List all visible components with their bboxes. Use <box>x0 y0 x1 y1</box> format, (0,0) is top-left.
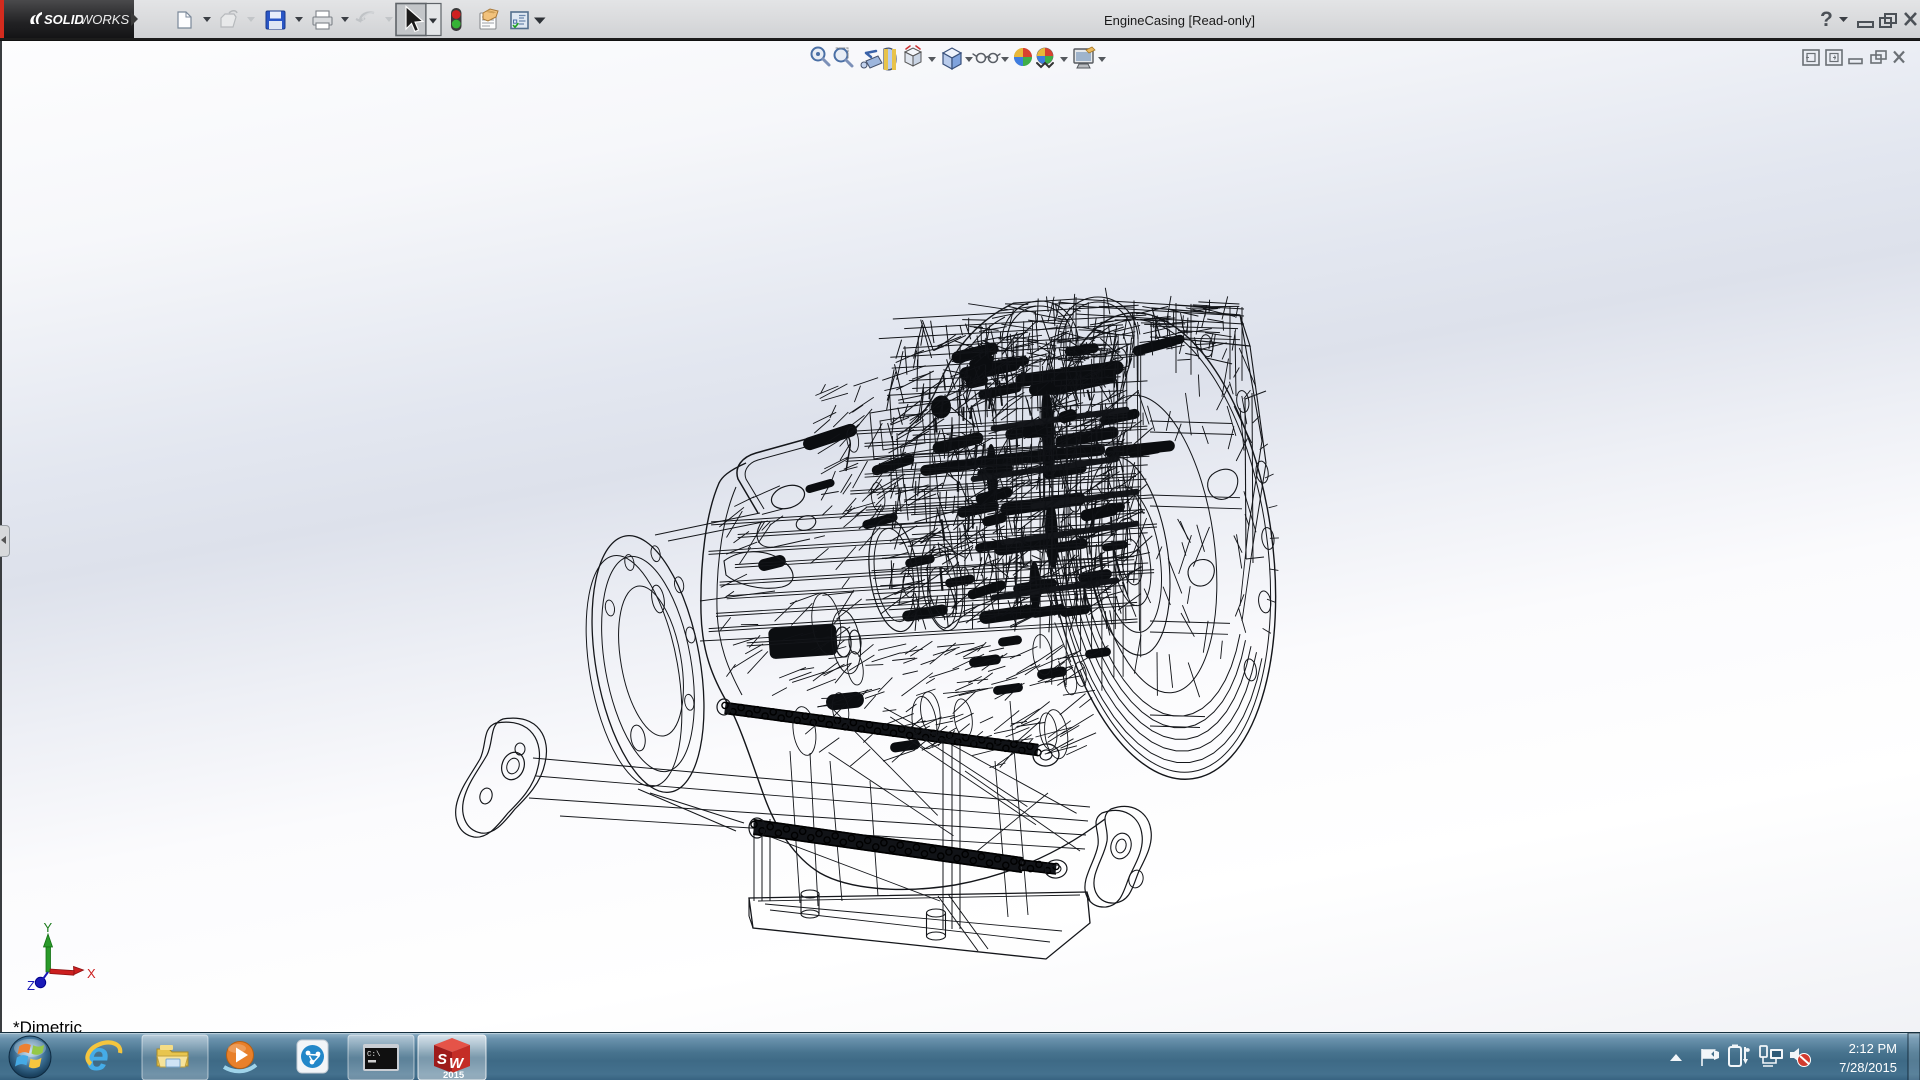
svg-text:S: S <box>437 1051 447 1068</box>
svg-text:2:12 PM: 2:12 PM <box>1849 1041 1897 1056</box>
svg-text:WORKS: WORKS <box>80 12 129 27</box>
svg-text:Z: Z <box>27 978 35 991</box>
svg-text:SOLID: SOLID <box>44 12 84 27</box>
svg-text:Y: Y <box>44 920 53 935</box>
svg-text:7/28/2015: 7/28/2015 <box>1839 1060 1897 1075</box>
svg-text:X: X <box>87 966 96 981</box>
svg-text:?: ? <box>1820 8 1833 31</box>
svg-text:2015: 2015 <box>443 1070 465 1080</box>
svg-text:C:\: C:\ <box>367 1051 381 1059</box>
